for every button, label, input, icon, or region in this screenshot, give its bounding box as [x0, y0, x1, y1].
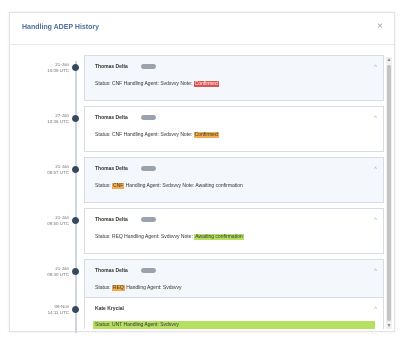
user-tag-pill: [141, 217, 156, 222]
status-text: Handling Agent: Svdsvvy Note: Awaiting c…: [125, 183, 243, 189]
entry-timestamp: 21-Jan 09:40 UTC: [20, 266, 69, 278]
entry-timestamp: 08-Nov 14:11 UTC: [20, 304, 69, 316]
close-icon[interactable]: ×: [374, 21, 386, 33]
handling-history-modal: Handling ADEP History × 21-Jan 10:09 UTC…: [9, 12, 395, 333]
chevron-up-icon[interactable]: ^: [374, 167, 377, 173]
entry-status: Status: REQ Handling Agent: Svdsvvy: [95, 285, 182, 291]
user-tag-pill: [141, 268, 156, 273]
entry-time: 14:11 UTC: [47, 310, 69, 315]
status-text: Status: REQ Handling Agent: Svdsvvy Note…: [95, 234, 193, 240]
history-card: Thomas Delta Status: CNF Handling Agent:…: [84, 157, 384, 203]
status-highlight-bar: Status: UNT Handling Agent: Svdsvvy: [93, 321, 375, 329]
modal-header: Handling ADEP History ×: [10, 13, 394, 45]
status-highlight: Confirmed: [193, 81, 219, 87]
chevron-up-icon[interactable]: ^: [374, 307, 377, 313]
chevron-up-icon[interactable]: ^: [374, 65, 377, 71]
user-tag-pill: [141, 64, 156, 69]
modal-title: Handling ADEP History: [22, 24, 100, 31]
entry-status: Status: CNF Handling Agent: Svdsvvy Note…: [95, 81, 219, 87]
entry-time: 09:57 UTC: [47, 170, 69, 175]
history-card: Kate Krycial Status: UNT Handling Agent:…: [84, 297, 384, 329]
status-label: Status:: [95, 285, 111, 291]
scroll-thumb[interactable]: [387, 65, 391, 321]
entry-author: Thomas Delta: [95, 268, 128, 274]
entry-time: 09:40 UTC: [47, 272, 69, 277]
scroll-down-icon[interactable]: ▼: [386, 323, 392, 329]
timeline-dot-icon: [72, 268, 79, 275]
history-entry: 21-Jan 09:57 UTC Thomas Delta Status: CN…: [10, 155, 394, 207]
history-entry: 21-Jan 09:50 UTC Thomas Delta Status: RE…: [10, 206, 394, 258]
entry-status: Status: CNF Handling Agent: Svdsvvy Note…: [95, 183, 243, 189]
scrollbar[interactable]: ▲ ▼: [386, 57, 392, 329]
entry-timestamp: 21-Jan 09:50 UTC: [20, 215, 69, 227]
status-highlight: Awaiting confirmation: [194, 234, 244, 240]
status-code-badge: REQ: [111, 285, 125, 291]
entry-status: Status: CNF Handling Agent: Svdsvvy Note…: [95, 132, 219, 138]
user-tag-pill: [141, 115, 156, 120]
timeline-dot-icon: [72, 306, 79, 313]
entry-time: 10:36 UTC: [47, 119, 69, 124]
status-text: Handling Agent: Svdsvvy: [126, 285, 182, 291]
history-card: Thomas Delta Status: REQ Handling Agent:…: [84, 208, 384, 254]
entry-status: Status: REQ Handling Agent: Svdsvvy Note…: [95, 234, 244, 240]
entry-timestamp: 21-Jan 10:09 UTC: [20, 62, 69, 74]
entry-author: Thomas Delta: [95, 166, 128, 172]
entry-timestamp: 27-Jan 10:36 UTC: [20, 113, 69, 125]
entry-time: 10:09 UTC: [47, 68, 69, 73]
timeline-dot-icon: [72, 64, 79, 71]
timeline-dot-icon: [72, 115, 79, 122]
chevron-up-icon[interactable]: ^: [374, 218, 377, 224]
status-highlight: Confirmed: [193, 132, 219, 138]
timeline-dot-icon: [72, 166, 79, 173]
history-entry: 08-Nov 14:11 UTC Kate Krycial Status: UN…: [10, 295, 394, 329]
entry-author: Thomas Delta: [95, 217, 128, 223]
status-text: Status: CNF Handling Agent: Svdsvvy Note…: [95, 81, 193, 87]
history-entry: 21-Jan 10:09 UTC Thomas Delta Status: CN…: [10, 53, 394, 105]
status-text: Status: UNT Handling Agent: Svdsvvy: [95, 322, 179, 328]
status-code-badge: CNF: [111, 183, 125, 189]
chevron-up-icon[interactable]: ^: [374, 116, 377, 122]
history-entry: 27-Jan 10:36 UTC Thomas Delta Status: CN…: [10, 104, 394, 156]
status-label: Status:: [95, 183, 111, 189]
status-text: Status: CNF Handling Agent: Svdsvvy Note…: [95, 132, 193, 138]
user-tag-pill: [141, 166, 156, 171]
history-card: Thomas Delta Status: CNF Handling Agent:…: [84, 106, 384, 152]
entry-timestamp: 21-Jan 09:57 UTC: [20, 164, 69, 176]
entry-author: Kate Krycial: [95, 306, 124, 312]
entry-time: 09:50 UTC: [47, 221, 69, 226]
entry-author: Thomas Delta: [95, 115, 128, 121]
scroll-up-icon[interactable]: ▲: [386, 57, 392, 63]
entry-author: Thomas Delta: [95, 64, 128, 70]
history-card: Thomas Delta Status: CNF Handling Agent:…: [84, 55, 384, 101]
timeline-dot-icon: [72, 217, 79, 224]
chevron-up-icon[interactable]: ^: [374, 269, 377, 275]
